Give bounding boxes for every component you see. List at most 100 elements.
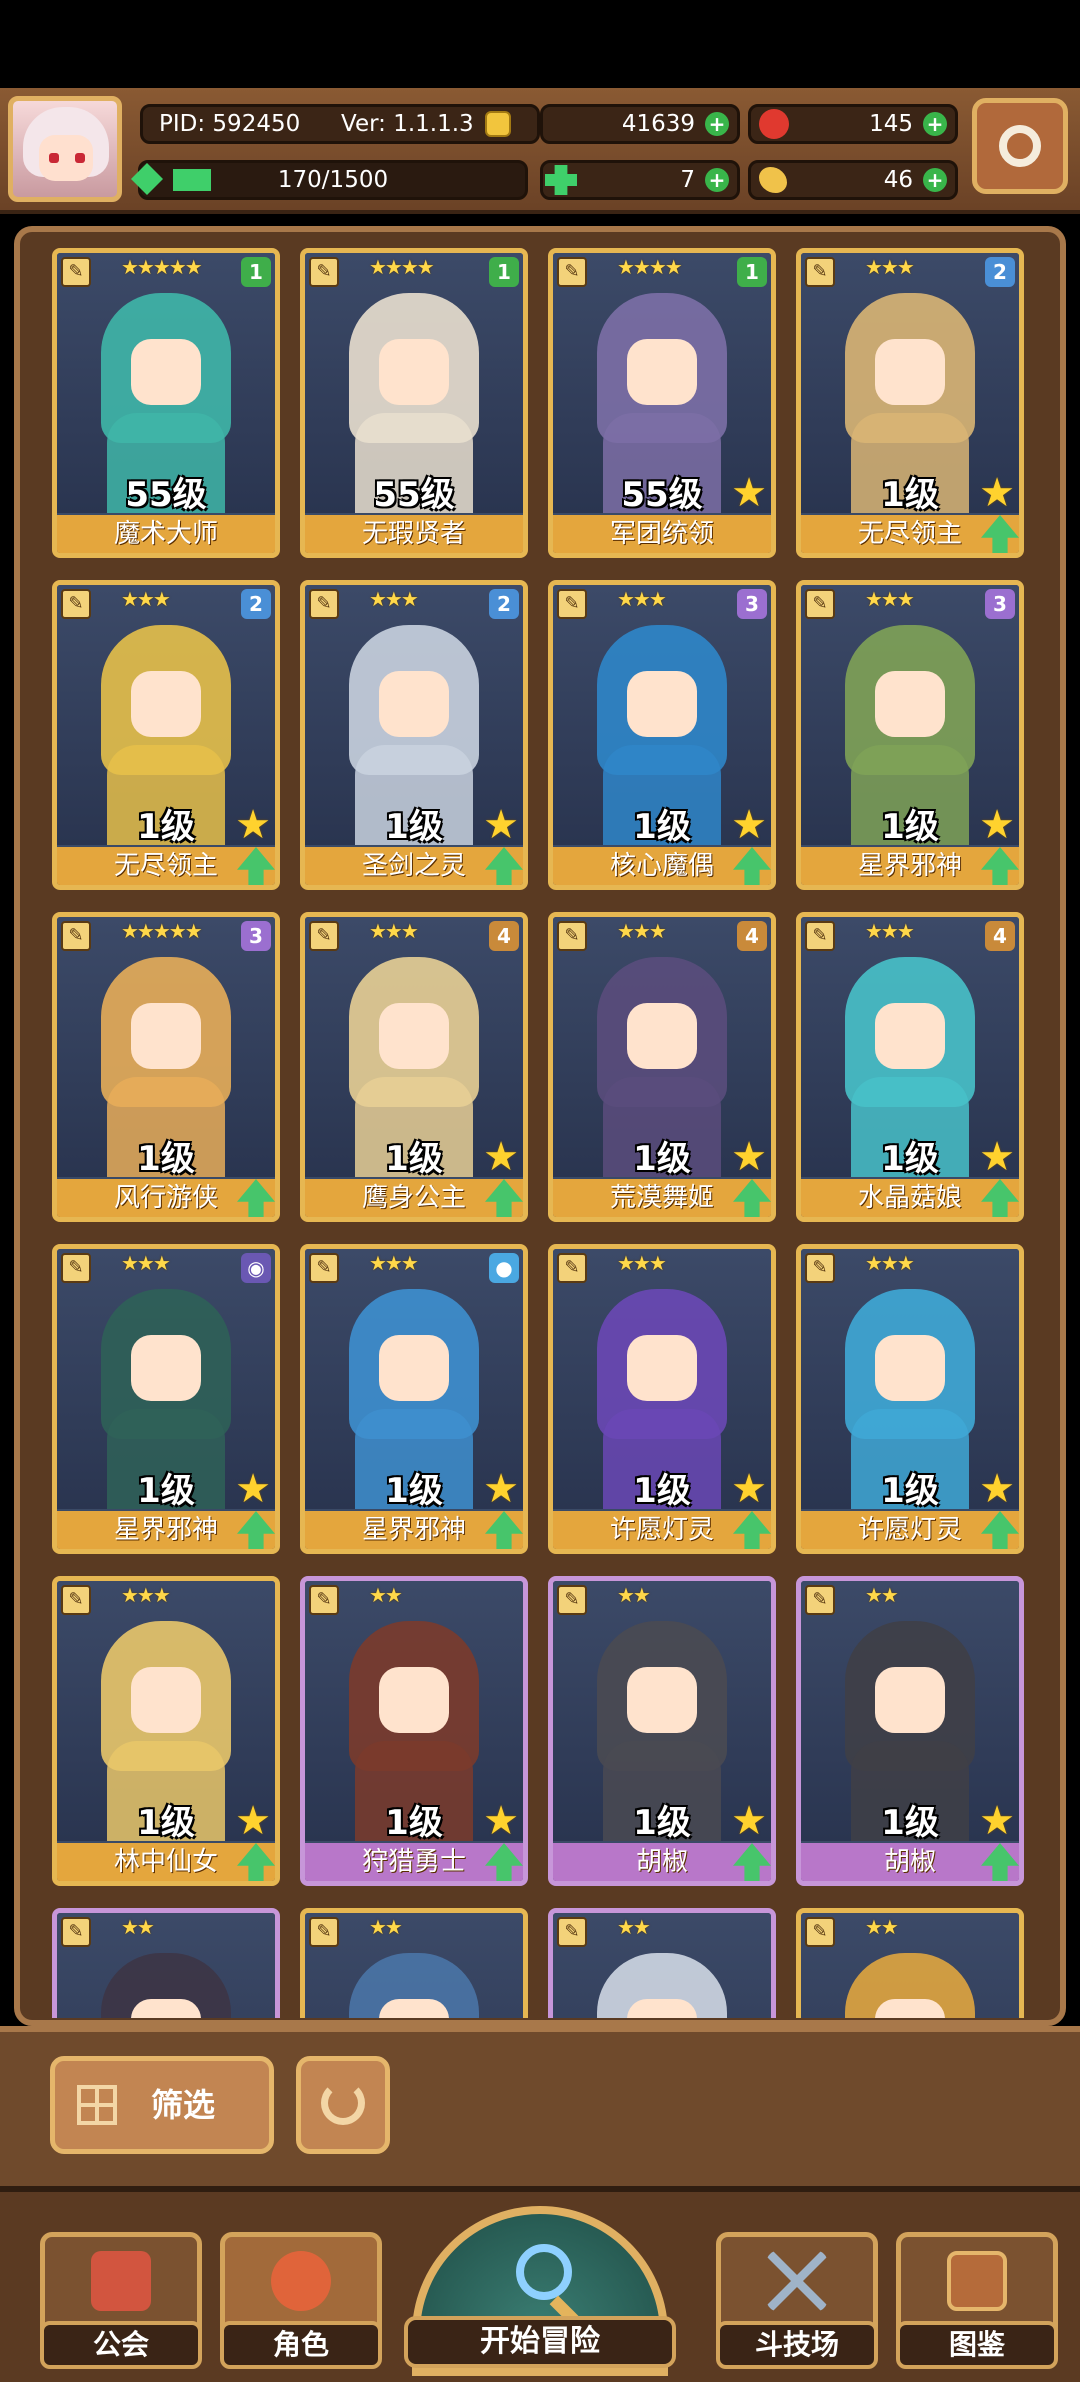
- tier-badge: 4: [489, 921, 519, 951]
- class-icon: ✎: [557, 1917, 587, 1947]
- class-icon: ✎: [805, 921, 835, 951]
- character-card[interactable]: ✎ ★★★ 1级 林中仙女 ★: [52, 1576, 280, 1886]
- character-card[interactable]: ✎ ★★★ 2 1级 无尽领主 ★: [796, 248, 1024, 558]
- add-shard-icon[interactable]: +: [705, 168, 729, 192]
- character-card[interactable]: ✎ ★★: [300, 1908, 528, 2018]
- portrait-face: [627, 1667, 697, 1733]
- add-food-icon[interactable]: +: [923, 168, 947, 192]
- rarity-stars: ★★★: [121, 1251, 171, 1275]
- character-card[interactable]: ✎ ★★★ ● 1级 星界邪神 ★: [300, 1244, 528, 1554]
- player-info: PID: 592450 Ver: 1.1.1.3: [140, 104, 540, 144]
- guild-house-icon: [91, 2251, 151, 2311]
- gem-counter: 145 +: [748, 104, 958, 144]
- star-upgrade-icon: ★: [483, 802, 519, 848]
- star-upgrade-icon: ★: [979, 802, 1015, 848]
- class-icon: ✎: [61, 257, 91, 287]
- rarity-stars: ★★: [617, 1915, 651, 1939]
- character-card[interactable]: ✎ ★★★★★ 1 55级 魔术大师: [52, 248, 280, 558]
- portrait-face: [627, 1003, 697, 1069]
- portrait-face: [875, 1999, 945, 2018]
- shard-counter: 7 +: [540, 160, 740, 200]
- character-level: 1级: [137, 1139, 195, 1179]
- class-icon: ✎: [61, 921, 91, 951]
- shard-amount: 7: [680, 167, 695, 193]
- portrait-face: [627, 1999, 697, 2018]
- rarity-stars: ★★: [369, 1583, 403, 1607]
- avatar-eye: [49, 153, 59, 163]
- portrait-face: [131, 671, 201, 737]
- player-id: PID: 592450: [159, 111, 301, 137]
- character-card[interactable]: ✎ ★★ 1级 胡椒 ★: [796, 1576, 1024, 1886]
- rarity-stars: ★★★: [369, 1251, 419, 1275]
- exp-bar: 170/1500: [131, 160, 528, 200]
- rarity-stars: ★★★: [617, 919, 667, 943]
- character-name: 军团统领: [553, 515, 771, 553]
- portrait-face: [379, 1667, 449, 1733]
- character-card[interactable]: ✎ ★★★ 1级 许愿灯灵 ★: [796, 1244, 1024, 1554]
- character-card[interactable]: ✎ ★★★ 4 1级 荒漠舞姬 ★: [548, 912, 776, 1222]
- character-card[interactable]: ✎ ★★: [548, 1908, 776, 2018]
- character-card[interactable]: ✎ ★★★ 4 1级 水晶菇娘 ★: [796, 912, 1024, 1222]
- class-icon: ✎: [309, 1917, 339, 1947]
- class-icon: ✎: [805, 1585, 835, 1615]
- portrait-face: [131, 1999, 201, 2018]
- rarity-stars: ★★★: [121, 587, 171, 611]
- class-icon: ✎: [61, 1253, 91, 1283]
- clover-icon: [545, 165, 577, 195]
- star-upgrade-icon: ★: [731, 1798, 767, 1844]
- food-amount: 46: [883, 167, 913, 193]
- refresh-button[interactable]: [296, 2056, 390, 2154]
- character-card[interactable]: ✎ ★★: [52, 1908, 280, 2018]
- character-card[interactable]: ✎ ★★★ 1级 许愿灯灵 ★: [548, 1244, 776, 1554]
- class-icon: ✎: [309, 1585, 339, 1615]
- start-adventure-label[interactable]: 开始冒险: [404, 2316, 676, 2368]
- grid-icon: [77, 2085, 117, 2125]
- class-icon: ✎: [805, 589, 835, 619]
- filter-button[interactable]: 筛选: [50, 2056, 274, 2154]
- player-avatar[interactable]: [8, 96, 122, 202]
- character-card[interactable]: ✎ ★★: [796, 1908, 1024, 2018]
- character-card[interactable]: ✎ ★★★★ 1 55级 无瑕贤者: [300, 248, 528, 558]
- tier-badge: 2: [489, 589, 519, 619]
- rarity-stars: ★★: [865, 1915, 899, 1939]
- nav-characters[interactable]: 角色: [220, 2232, 382, 2369]
- character-card[interactable]: ✎ ★★★★ 1 55级 军团统领 ★: [548, 248, 776, 558]
- nav-guild-label: 公会: [40, 2321, 202, 2369]
- rarity-stars: ★★★★★: [121, 919, 203, 943]
- star-upgrade-icon: ★: [979, 1466, 1015, 1512]
- portrait-face: [875, 1667, 945, 1733]
- tier-badge: 1: [489, 257, 519, 287]
- portrait-face: [627, 1335, 697, 1401]
- rarity-stars: ★★★: [865, 1251, 915, 1275]
- character-card[interactable]: ✎ ★★★★★ 3 1级 风行游侠: [52, 912, 280, 1222]
- character-card[interactable]: ✎ ★★★ ◉ 1级 星界邪神 ★: [52, 1244, 280, 1554]
- portrait-face: [875, 339, 945, 405]
- nav-guild[interactable]: 公会: [40, 2232, 202, 2369]
- settings-button[interactable]: [972, 98, 1068, 194]
- character-card[interactable]: ✎ ★★ 1级 狩猎勇士 ★: [300, 1576, 528, 1886]
- character-card[interactable]: ✎ ★★★ 2 1级 无尽领主 ★: [52, 580, 280, 890]
- portrait-face: [379, 1003, 449, 1069]
- nav-arena[interactable]: 斗技场: [716, 2232, 878, 2369]
- class-icon: ✎: [61, 1917, 91, 1947]
- character-card[interactable]: ✎ ★★★ 3 1级 核心魔偶 ★: [548, 580, 776, 890]
- add-gem-icon[interactable]: +: [923, 112, 947, 136]
- tier-badge: 3: [241, 921, 271, 951]
- character-level: 55级: [125, 475, 207, 515]
- character-card[interactable]: ✎ ★★★ 2 1级 圣剑之灵 ★: [300, 580, 528, 890]
- nav-codex[interactable]: 图鉴: [896, 2232, 1058, 2369]
- class-icon: ✎: [805, 257, 835, 287]
- character-card[interactable]: ✎ ★★ 1级 胡椒 ★: [548, 1576, 776, 1886]
- tier-badge: ●: [489, 1253, 519, 1283]
- class-icon: ✎: [557, 1585, 587, 1615]
- rarity-stars: ★★★: [369, 587, 419, 611]
- gold-counter: 41639 +: [540, 104, 740, 144]
- character-card[interactable]: ✎ ★★★ 4 1级 鹰身公主 ★: [300, 912, 528, 1222]
- class-icon: ✎: [805, 1253, 835, 1283]
- tier-badge: 3: [737, 589, 767, 619]
- rarity-stars: ★★★★: [617, 255, 683, 279]
- add-gold-icon[interactable]: +: [705, 112, 729, 136]
- character-card[interactable]: ✎ ★★★ 3 1级 星界邪神 ★: [796, 580, 1024, 890]
- class-icon: ✎: [557, 589, 587, 619]
- rarity-stars: ★★★★★: [121, 255, 203, 279]
